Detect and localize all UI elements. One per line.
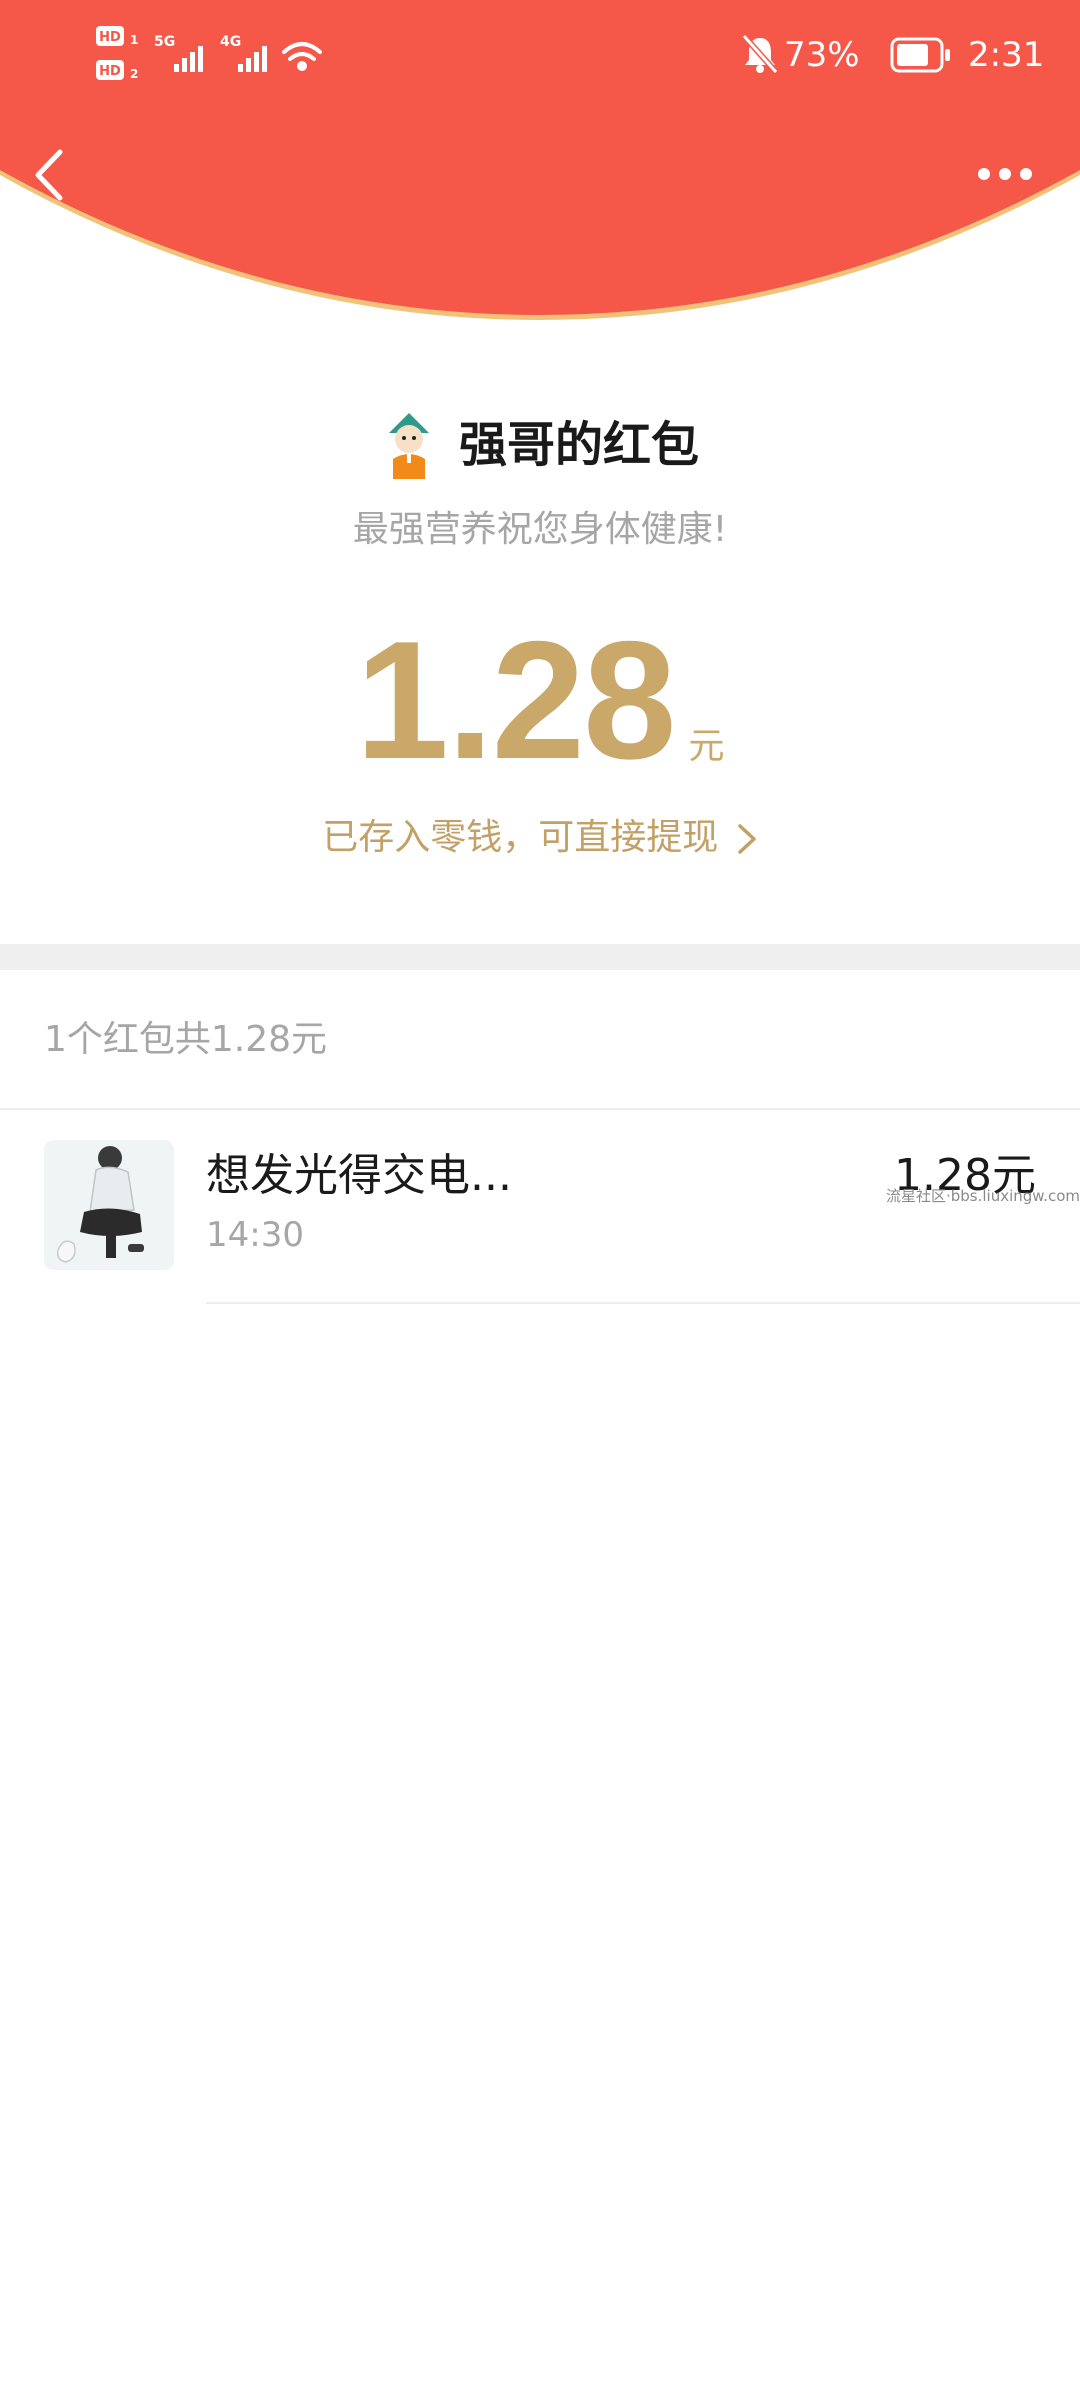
stored-to-change-link[interactable]: 已存入零钱，可直接提现 xyxy=(0,808,1080,868)
amount-display: 1.28 元 xyxy=(0,610,1080,790)
svg-text:2: 2 xyxy=(130,67,138,81)
recipient-name: 想发光得交电... xyxy=(206,1150,512,1201)
svg-text:5G: 5G xyxy=(154,34,175,50)
envelope-summary: 1个红包共1.28元 xyxy=(44,1019,328,1060)
sender-row: 强哥的红包 xyxy=(0,405,1080,485)
red-envelope-header: HD 1 HD 2 5G 4G 73% 2:31 xyxy=(0,0,1080,330)
stored-text: 已存入零钱，可直接提现 xyxy=(322,817,719,858)
back-button[interactable] xyxy=(28,140,88,210)
amount-value: 1.28 xyxy=(355,606,677,794)
signal-icon: HD 1 HD 2 5G 4G xyxy=(96,26,322,81)
watermark-text: 流星社区·bbs.liuxingw.com xyxy=(885,1187,1080,1205)
avatar-illustration xyxy=(44,1140,174,1270)
svg-text:1: 1 xyxy=(130,33,138,47)
battery-percent: 73% xyxy=(784,35,860,75)
recipient-avatar[interactable] xyxy=(44,1140,174,1270)
status-bar: HD 1 HD 2 5G 4G 73% 2:31 xyxy=(0,0,1080,110)
chevron-left-icon xyxy=(35,149,63,201)
svg-text:HD: HD xyxy=(99,30,121,45)
chevron-right-icon xyxy=(737,824,756,854)
received-time: 14:30 xyxy=(206,1215,304,1255)
battery-icon xyxy=(890,37,950,73)
more-dots-icon xyxy=(978,168,1032,180)
sender-name: 强哥的红包 xyxy=(458,417,699,473)
row-divider xyxy=(206,1302,1080,1304)
svg-text:4G: 4G xyxy=(220,34,241,50)
bell-muted-icon xyxy=(741,34,779,74)
blessing-message: 最强营养祝您身体健康! xyxy=(352,509,728,550)
svg-text:HD: HD xyxy=(99,64,121,79)
amount-currency: 元 xyxy=(688,726,725,767)
more-button[interactable] xyxy=(970,150,1040,200)
list-item[interactable]: 想发光得交电... 14:30 1.28元 xyxy=(0,1110,1080,1304)
clock: 2:31 xyxy=(968,35,1045,75)
section-divider xyxy=(0,944,1080,970)
wifi-icon xyxy=(282,42,322,71)
sender-avatar[interactable] xyxy=(381,409,437,481)
